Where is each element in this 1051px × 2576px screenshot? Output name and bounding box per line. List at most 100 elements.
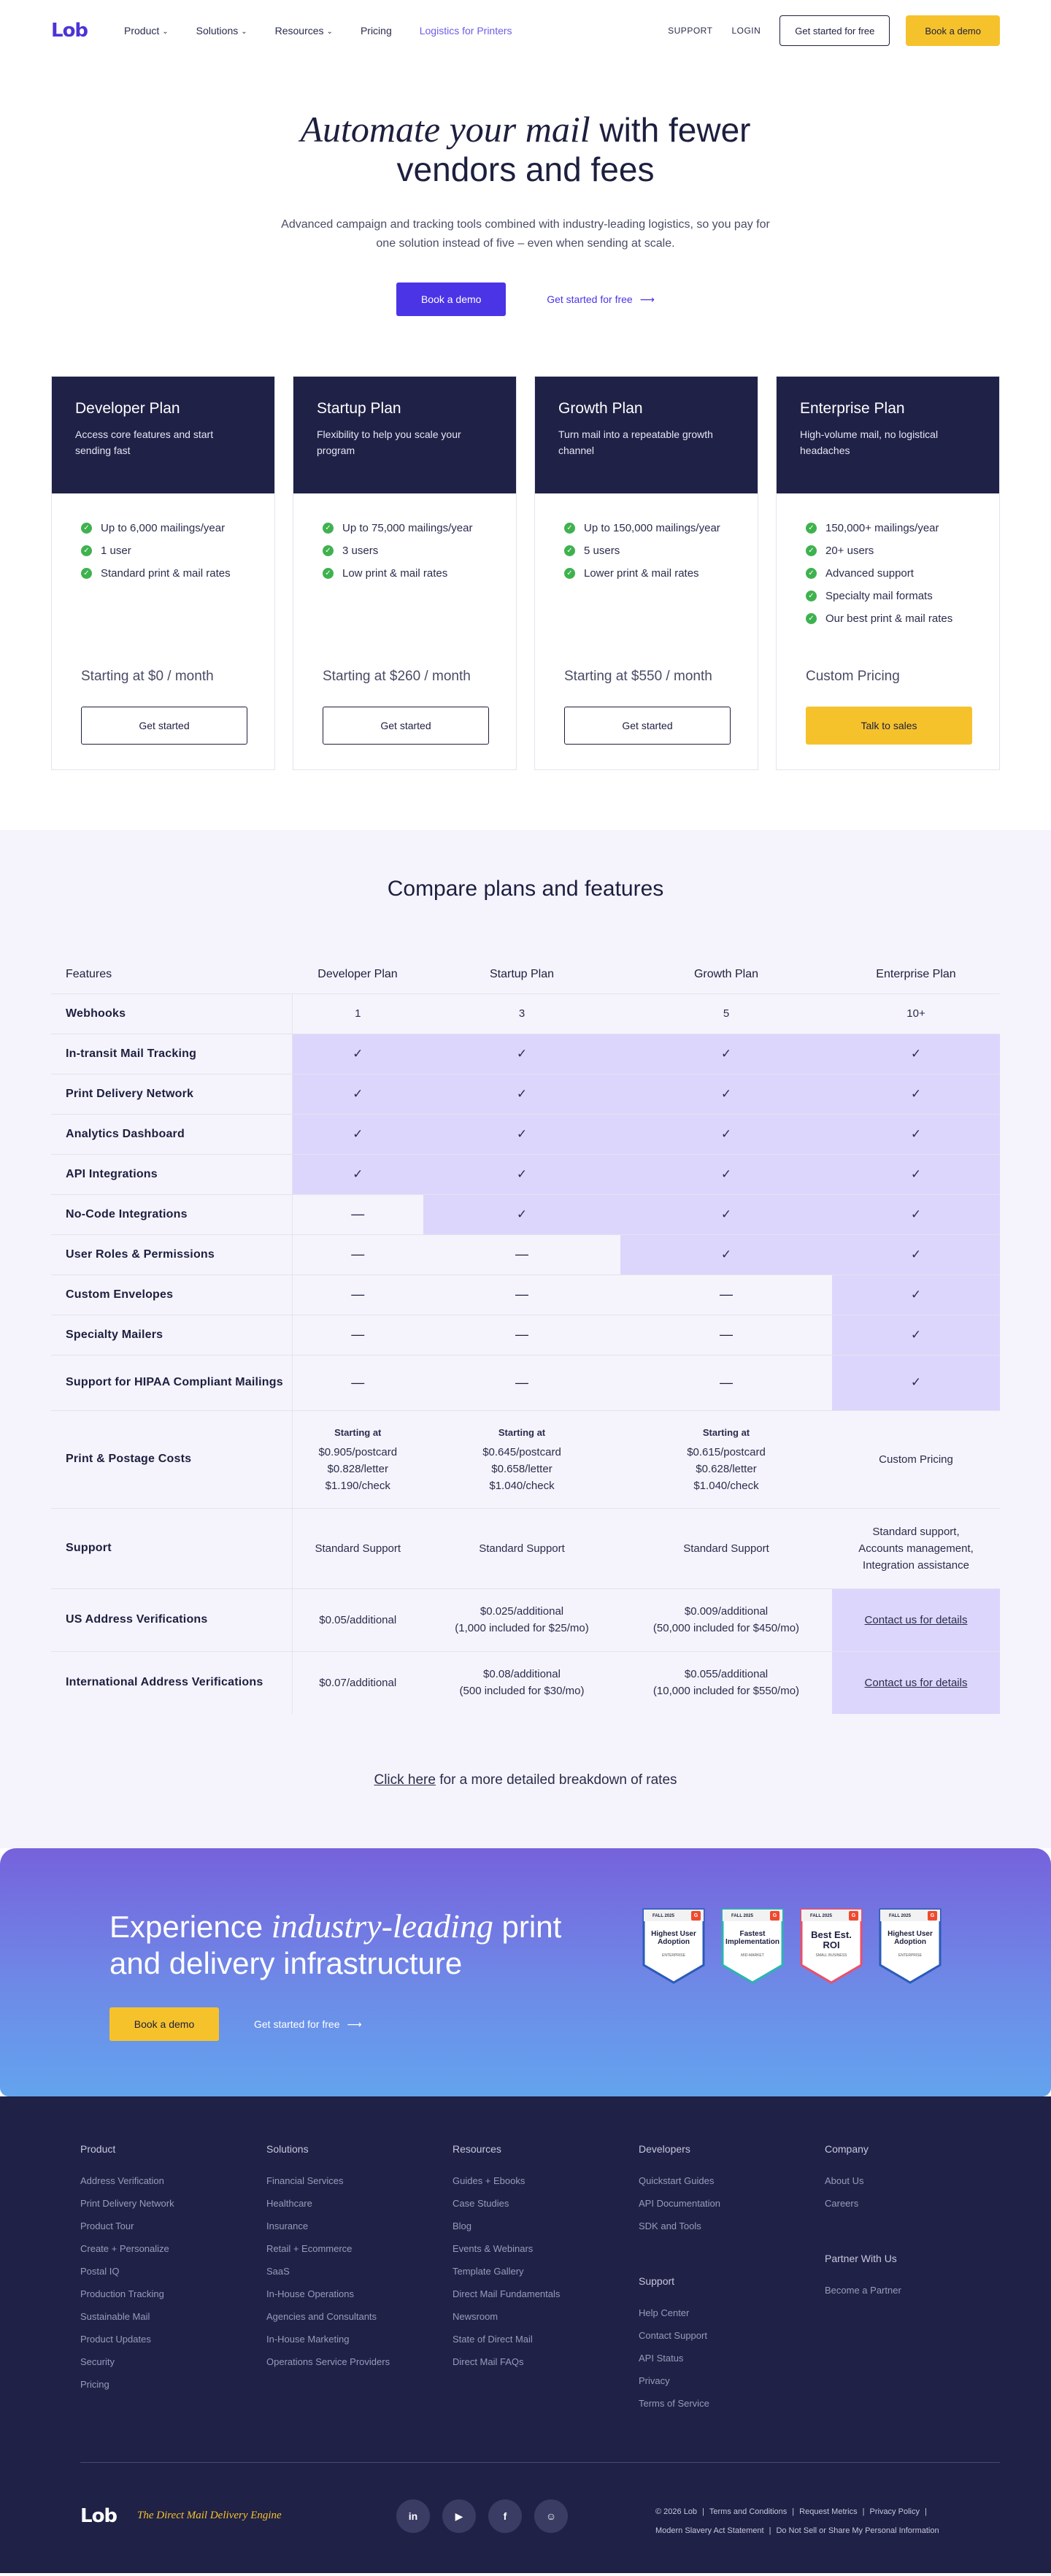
footer-link[interactable]: Guides + Ebooks [453,2169,628,2192]
nav-book-demo-button[interactable]: Book a demo [906,15,1000,46]
footer-link[interactable]: In-House Marketing [266,2328,442,2350]
plan-card-growth: Growth Plan Turn mail into a repeatable … [534,376,758,770]
modern-slavery-link[interactable]: Modern Slavery Act Statement [655,2526,764,2535]
talk-to-sales-button[interactable]: Talk to sales [806,707,972,745]
check-icon: ✓ [832,1274,1000,1315]
plan-cards: Developer Plan Access core features and … [0,376,1051,770]
click-here-link[interactable]: Click here [374,1772,435,1788]
footer-link[interactable]: API Documentation [639,2192,814,2215]
startup-get-started-button[interactable]: Get started [323,707,489,745]
footer-link[interactable]: Print Delivery Network [80,2192,255,2215]
footer-link[interactable]: Quickstart Guides [639,2169,814,2192]
hero-get-started-link[interactable]: Get started for free ⟶ [547,293,655,306]
footer-link[interactable]: Pricing [80,2373,255,2396]
footer-link[interactable]: Terms of Service [639,2392,814,2415]
reddit-icon[interactable]: ☺ [534,2499,568,2533]
plan-feature: ✓ 20+ users [806,539,970,562]
plan-price: Starting at $0 / month [81,669,214,684]
footer-link[interactable]: Address Verification [80,2169,255,2192]
nav-logistics-for-printers[interactable]: Logistics for Printers [420,25,512,36]
footer-link[interactable]: Security [80,2350,255,2373]
footer-link[interactable]: Blog [453,2215,628,2237]
banner-title: Experience industry-leading print and del… [109,1907,562,1981]
lob-logo[interactable]: Lob [51,20,124,42]
footer-link[interactable]: Careers [825,2192,1000,2215]
footer-link[interactable]: Contact Support [639,2324,814,2347]
footer-link[interactable]: Sustainable Mail [80,2305,255,2328]
footer-link[interactable]: Retail + Ecommerce [266,2237,442,2260]
footer-link[interactable]: Events & Webinars [453,2237,628,2260]
footer-link[interactable]: Product Tour [80,2215,255,2237]
footer-link[interactable]: Product Updates [80,2328,255,2350]
nav-pricing[interactable]: Pricing [361,25,392,36]
table-cell: 1 [292,993,423,1034]
table-row: Webhooks 1 3 5 10+ [51,993,1000,1034]
privacy-policy-link[interactable]: Privacy Policy [870,2507,920,2516]
g2-badge: FALL 2025 G Fastest Implementation MID-MA… [720,1908,785,1984]
footer-link[interactable]: Operations Service Providers [266,2350,442,2373]
footer-link[interactable]: Case Studies [453,2192,628,2215]
footer-link[interactable]: SDK and Tools [639,2215,814,2237]
table-cell: $0.05/additional [292,1588,423,1651]
check-icon: ✓ [423,1033,620,1074]
nav-support-link[interactable]: SUPPORT [668,26,712,36]
plan-header: Enterprise Plan High-volume mail, no log… [777,377,999,493]
footer-link[interactable]: Healthcare [266,2192,442,2215]
contact-us-link[interactable]: Contact us for details [832,1588,1000,1651]
nav-login-link[interactable]: LOGIN [731,26,761,36]
footer-lob-logo[interactable]: Lob [80,2505,118,2527]
table-row: Support for HIPAA Compliant Mailings — — — ✓ [51,1354,1000,1410]
footer-link[interactable]: Postal IQ [80,2260,255,2283]
footer-link[interactable]: Template Gallery [453,2260,628,2283]
contact-us-link[interactable]: Contact us for details [832,1650,1000,1714]
table-cell: $0.009/additional (50,000 included for $4… [620,1588,832,1651]
nav-solutions[interactable]: Solutions ⌄ [196,25,247,36]
check-icon: ✓ [620,1153,832,1194]
plan-name: Enterprise Plan [800,400,905,417]
footer-link[interactable]: Financial Services [266,2169,442,2192]
table-header-row: Features Developer Plan Startup Plan Gro… [51,956,1000,993]
request-metrics-link[interactable]: Request Metrics [799,2507,857,2516]
linkedin-icon[interactable]: in [396,2499,430,2533]
feature-name: Print Delivery Network [51,1073,293,1114]
nav-get-started-button[interactable]: Get started for free [779,15,890,46]
footer-link[interactable]: Insurance [266,2215,442,2237]
banner-book-demo-button[interactable]: Book a demo [109,2007,219,2041]
footer-link[interactable]: Production Tracking [80,2283,255,2305]
footer-link[interactable]: Direct Mail Fundamentals [453,2283,628,2305]
youtube-icon[interactable]: ▶ [442,2499,476,2533]
footer-link[interactable]: Agencies and Consultants [266,2305,442,2328]
do-not-sell-link[interactable]: Do Not Sell or Share My Personal Informa… [776,2526,939,2535]
footer-link[interactable]: State of Direct Mail [453,2328,628,2350]
plan-feature: ✓ Low print & mail rates [323,562,487,585]
footer-link[interactable]: In-House Operations [266,2283,442,2305]
check-icon: ✓ [423,1073,620,1114]
footer-link[interactable]: Direct Mail FAQs [453,2350,628,2373]
footer-link[interactable]: SaaS [266,2260,442,2283]
footer-link[interactable]: Newsroom [453,2305,628,2328]
footer-link[interactable]: API Status [639,2347,814,2369]
facebook-icon[interactable]: f [488,2499,522,2533]
hero-cta: Book a demo Get started for free ⟶ [0,282,1051,316]
check-circle-icon: ✓ [564,523,575,534]
footer-link[interactable]: Privacy [639,2369,814,2392]
banner-get-started-link[interactable]: Get started for free ⟶ [254,2007,362,2041]
growth-get-started-button[interactable]: Get started [564,707,731,745]
hero-book-demo-button[interactable]: Book a demo [396,282,507,316]
feature-name: Custom Envelopes [51,1274,293,1315]
footer-link[interactable]: Create + Personalize [80,2237,255,2260]
footer-link[interactable]: About Us [825,2169,1000,2192]
check-circle-icon: ✓ [323,523,334,534]
footer-link[interactable]: Become a Partner [825,2279,1000,2302]
arrow-right-icon: ⟶ [347,2018,362,2030]
nav-product[interactable]: Product ⌄ [124,25,169,36]
footer-divider [80,2462,1000,2463]
table-cell: 5 [620,993,832,1034]
developer-get-started-button[interactable]: Get started [81,707,247,745]
dash-icon: — [292,1234,423,1274]
terms-link[interactable]: Terms and Conditions [709,2507,787,2516]
nav-resources[interactable]: Resources ⌄ [275,25,333,36]
footer-heading: Developers [639,2143,690,2155]
footer-link[interactable]: Help Center [639,2302,814,2324]
dash-icon: — [620,1314,832,1355]
